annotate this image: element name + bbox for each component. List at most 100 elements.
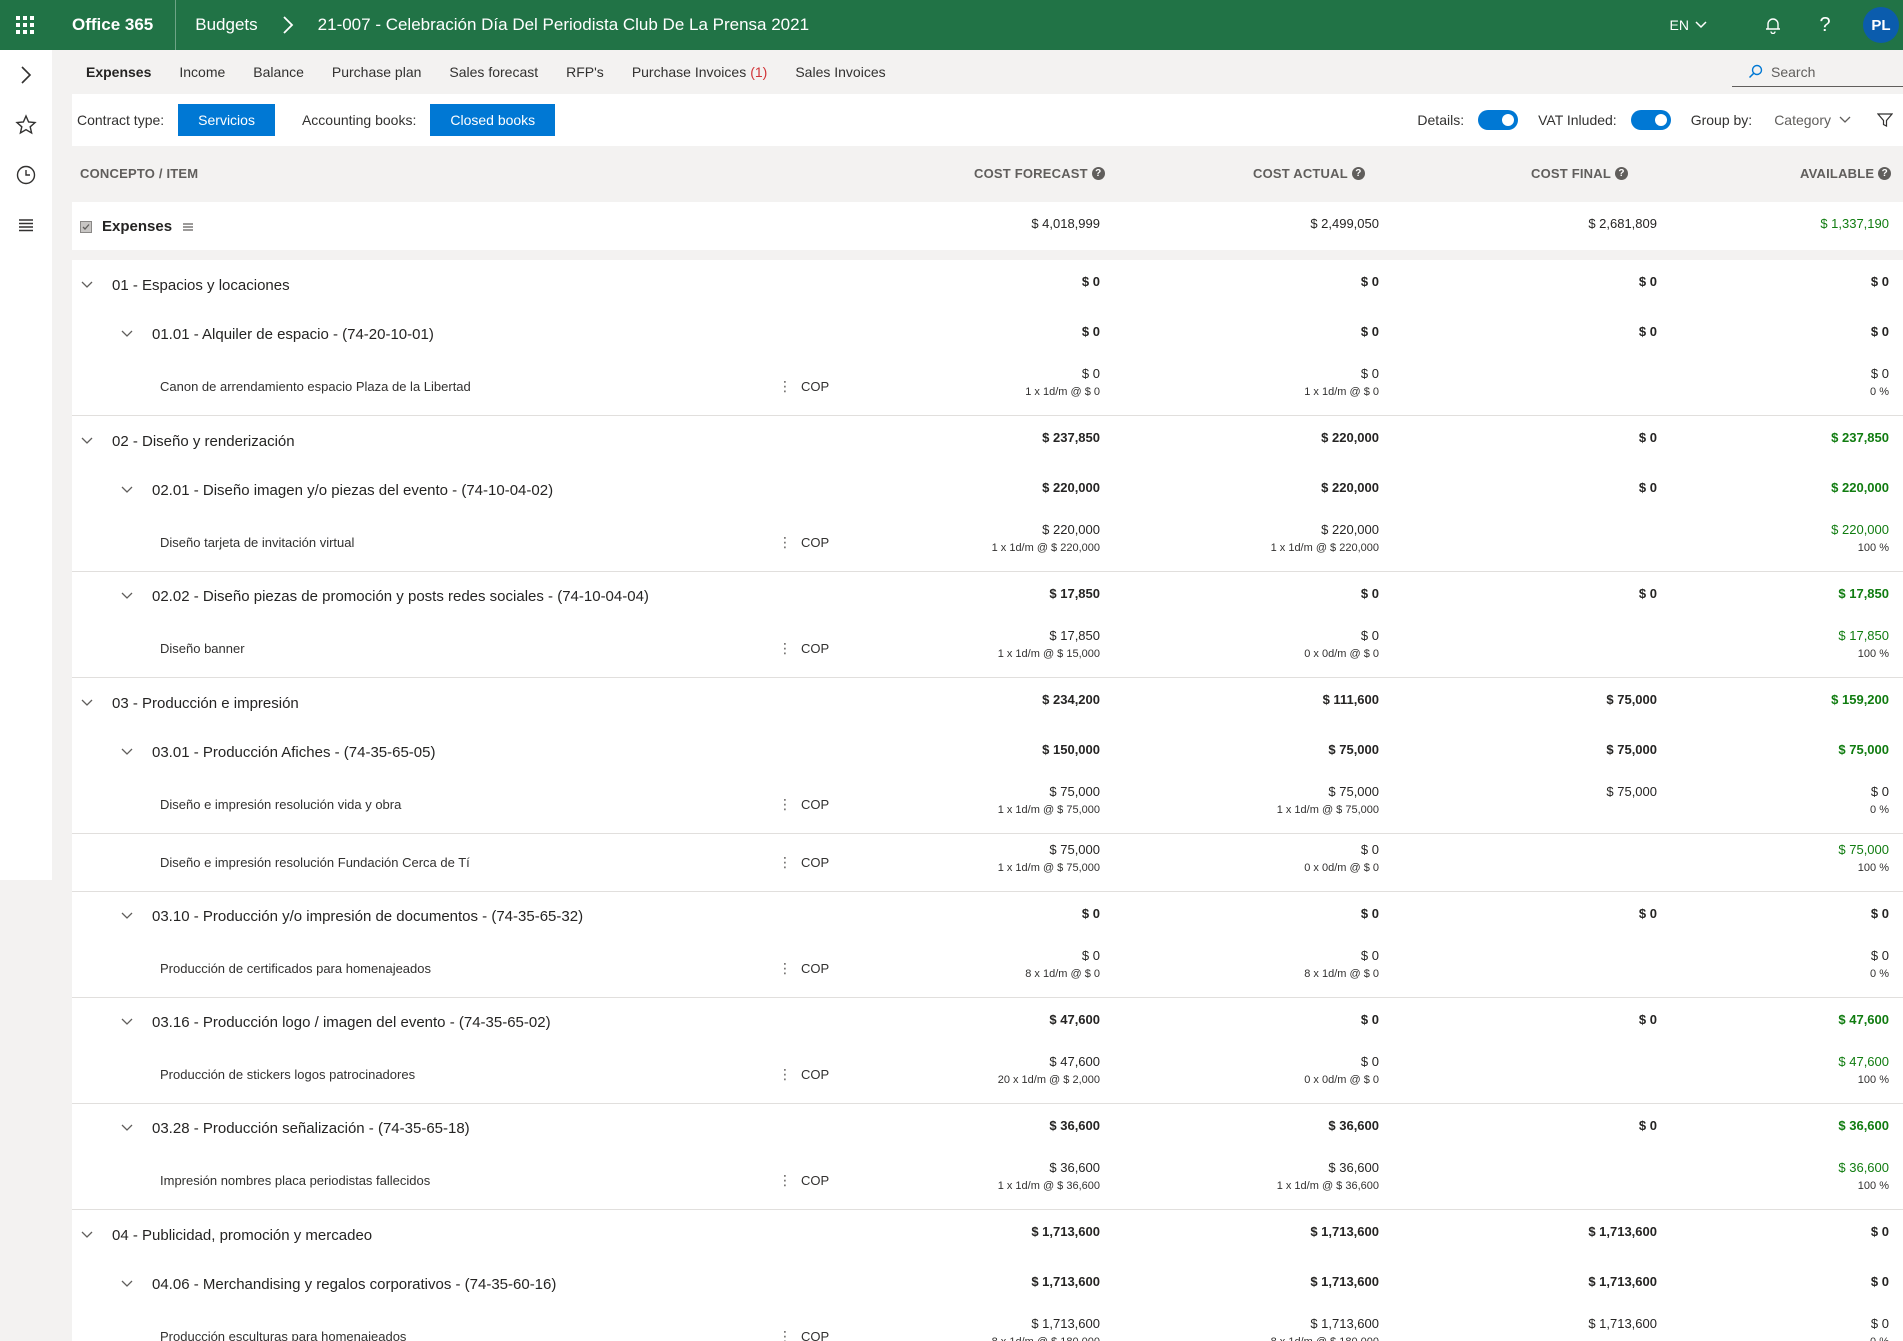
tab-sales-invoices[interactable]: Sales Invoices xyxy=(781,50,899,94)
row-label-group: 04 - Publicidad, promoción y mercadeo xyxy=(80,1210,372,1260)
subcategory-row[interactable]: 01.01 - Alquiler de espacio - (74-20-10-… xyxy=(72,310,1903,358)
table-row[interactable]: Producción esculturas para homenajeados ⋮… xyxy=(72,1308,1903,1341)
more-actions-icon[interactable]: ⋮ xyxy=(778,640,792,657)
row-label-group: 04.06 - Merchandising y regalos corporat… xyxy=(120,1260,556,1308)
more-actions-icon[interactable]: ⋮ xyxy=(778,796,792,813)
cell-actual: $ 0 xyxy=(1361,1012,1379,1027)
avatar[interactable]: PL xyxy=(1863,7,1899,43)
cell-forecast: $ 47,600 20 x 1d/m @ $ 2,000 xyxy=(998,1054,1100,1086)
subcategory-row[interactable]: 03.10 - Producción y/o impresión de docu… xyxy=(72,892,1903,940)
row-label-group: 02.01 - Diseño imagen y/o piezas del eve… xyxy=(120,466,553,514)
subcategory-row[interactable]: 02.02 - Diseño piezas de promoción y pos… xyxy=(72,572,1903,620)
chevron-down-icon[interactable] xyxy=(120,745,134,759)
expand-nav-button[interactable] xyxy=(0,50,52,100)
category-row[interactable]: 03 - Producción e impresión $ 234,200 $ 11… xyxy=(72,678,1903,728)
category-row[interactable]: 01 - Espacios y locaciones $ 0 $ 0 $ 0 $ 0 xyxy=(72,260,1903,310)
row-label-group: 03.10 - Producción y/o impresión de docu… xyxy=(120,892,583,940)
search-input[interactable]: Search xyxy=(1732,57,1903,87)
table-row[interactable]: Diseño banner ⋮ COP $ 17,850 1 x 1d/m @ $ 15… xyxy=(72,620,1903,678)
vat-toggle[interactable] xyxy=(1630,110,1671,130)
accounting-books-button[interactable]: Closed books xyxy=(430,104,556,136)
cell-value: $ 220,000 xyxy=(1321,522,1379,537)
tab-purchase-plan[interactable]: Purchase plan xyxy=(318,50,436,94)
menu-icon[interactable] xyxy=(182,222,194,232)
cell-actual: $ 220,000 xyxy=(1321,430,1379,445)
cell-final: $ 1,713,600 xyxy=(1588,1224,1657,1239)
more-actions-icon[interactable]: ⋮ xyxy=(778,378,792,395)
table-row[interactable]: Diseño tarjeta de invitación virtual ⋮ COP… xyxy=(72,514,1903,572)
table-row[interactable]: Impresión nombres placa periodistas fall… xyxy=(72,1152,1903,1210)
group-by-dropdown[interactable]: Category xyxy=(1774,112,1851,128)
tab-expenses[interactable]: Expenses xyxy=(72,50,165,94)
chevron-down-icon[interactable] xyxy=(120,909,134,923)
table-row[interactable]: Diseño e impresión resolución Fundación … xyxy=(72,834,1903,892)
chevron-down-icon[interactable] xyxy=(120,1121,134,1135)
recent-button[interactable] xyxy=(0,150,52,200)
table-row[interactable]: Producción de stickers logos patrocinado… xyxy=(72,1046,1903,1104)
chevron-down-icon[interactable] xyxy=(80,434,94,448)
chevron-down-icon[interactable] xyxy=(80,278,94,292)
contract-type-label: Contract type: xyxy=(77,112,165,128)
cell-value: $ 0 xyxy=(1638,1118,1657,1133)
contract-type-button[interactable]: Servicios xyxy=(178,104,275,136)
cell-value: $ 1,713,600 xyxy=(1031,1316,1100,1331)
cell-value: $ 75,000 xyxy=(1049,784,1100,799)
help-icon[interactable]: ? xyxy=(1878,167,1892,180)
notifications-button[interactable] xyxy=(1747,0,1799,50)
cell-value: $ 75,000 xyxy=(1606,784,1657,799)
cell-value: $ 234,200 xyxy=(1042,692,1100,707)
tab-rfps[interactable]: RFP's xyxy=(552,50,618,94)
subcategory-row[interactable]: 03.28 - Producción señalización - (74-35… xyxy=(72,1104,1903,1152)
filter-button[interactable] xyxy=(1867,102,1903,138)
brand-link[interactable]: Office 365 xyxy=(50,0,175,50)
column-header-actual[interactable]: COST ACTUAL? xyxy=(1253,166,1365,181)
tab-purchase-invoices[interactable]: Purchase Invoices (1) xyxy=(618,50,782,94)
column-header-forecast[interactable]: COST FORECAST? xyxy=(974,166,1105,181)
breadcrumb-budgets[interactable]: Budgets xyxy=(176,0,257,50)
column-header-available[interactable]: AVAILABLE? xyxy=(1800,166,1892,181)
subcategory-row[interactable]: 03.01 - Producción Afiches - (74-35-65-0… xyxy=(72,728,1903,776)
more-actions-icon[interactable]: ⋮ xyxy=(778,534,792,551)
subcategory-row[interactable]: 02.01 - Diseño imagen y/o piezas del eve… xyxy=(72,466,1903,514)
more-actions-icon[interactable]: ⋮ xyxy=(778,1328,792,1341)
select-all-checkbox[interactable] xyxy=(80,220,92,233)
cell-value: $ 0 xyxy=(1360,842,1379,857)
list-button[interactable] xyxy=(0,200,52,250)
tab-income[interactable]: Income xyxy=(165,50,239,94)
currency-label: COP xyxy=(801,797,830,812)
chevron-down-icon[interactable] xyxy=(120,589,134,603)
subcategory-row[interactable]: 04.06 - Merchandising y regalos corporat… xyxy=(72,1260,1903,1308)
subcategory-row[interactable]: 03.16 - Producción logo / imagen del eve… xyxy=(72,998,1903,1046)
help-icon[interactable]: ? xyxy=(1615,167,1628,180)
column-header-final[interactable]: COST FINAL? xyxy=(1531,166,1628,181)
more-actions-icon[interactable]: ⋮ xyxy=(778,1172,792,1189)
more-actions-icon[interactable]: ⋮ xyxy=(778,854,792,871)
language-selector[interactable]: EN xyxy=(1670,17,1707,33)
chevron-down-icon[interactable] xyxy=(80,696,94,710)
details-toggle[interactable] xyxy=(1478,110,1519,130)
help-icon[interactable]: ? xyxy=(1351,167,1365,180)
chevron-down-icon[interactable] xyxy=(120,1277,134,1291)
category-row[interactable]: 04 - Publicidad, promoción y mercadeo $ 1… xyxy=(72,1210,1903,1260)
more-actions-icon[interactable]: ⋮ xyxy=(778,960,792,977)
row-label: 03.28 - Producción señalización - (74-35… xyxy=(152,1119,470,1137)
app-launcher-button[interactable] xyxy=(0,0,50,50)
cell-value: $ 0 xyxy=(1638,430,1657,445)
tab-sales-forecast[interactable]: Sales forecast xyxy=(435,50,552,94)
more-actions-icon[interactable]: ⋮ xyxy=(778,1066,792,1083)
table-row[interactable]: Producción de certificados para homenaje… xyxy=(72,940,1903,998)
help-icon[interactable]: ? xyxy=(1091,167,1105,180)
summary-available: $ 1,337,190 xyxy=(1820,216,1889,231)
favorites-button[interactable] xyxy=(0,100,52,150)
chevron-down-icon[interactable] xyxy=(80,1228,94,1242)
column-header-item[interactable]: CONCEPTO / ITEM xyxy=(80,166,198,181)
chevron-down-icon xyxy=(1839,116,1851,123)
table-row[interactable]: Canon de arrendamiento espacio Plaza de … xyxy=(72,358,1903,416)
chevron-down-icon[interactable] xyxy=(120,483,134,497)
table-row[interactable]: Diseño e impresión resolución vida y obr… xyxy=(72,776,1903,834)
help-button[interactable]: ? xyxy=(1799,0,1851,50)
chevron-down-icon[interactable] xyxy=(120,327,134,341)
tab-balance[interactable]: Balance xyxy=(239,50,318,94)
category-row[interactable]: 02 - Diseño y renderización $ 237,850 $ 22… xyxy=(72,416,1903,466)
chevron-down-icon[interactable] xyxy=(120,1015,134,1029)
